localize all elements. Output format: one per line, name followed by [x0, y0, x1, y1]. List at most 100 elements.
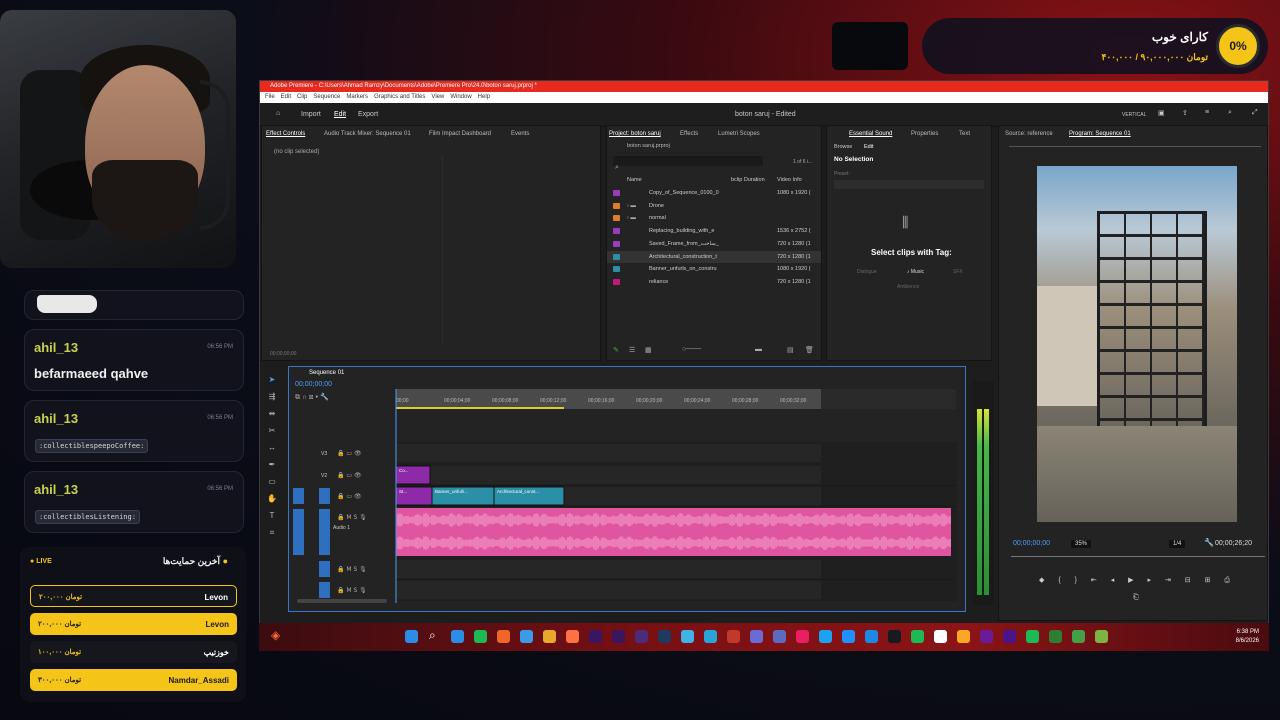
browse-tab[interactable]: Browse	[834, 144, 852, 150]
fullscreen-icon[interactable]: ⤢	[1252, 109, 1258, 117]
track-controls[interactable]: 🔒 ▭ 👁	[337, 492, 362, 500]
project-item[interactable]: Architectural_construction_t 720 x 1280 (…	[607, 250, 821, 263]
taskbar-app-icon[interactable]	[704, 630, 717, 643]
taskbar-app-icon[interactable]	[865, 630, 878, 643]
taskbar-app-icon[interactable]	[1049, 630, 1062, 643]
tab-essential-sound[interactable]: Essential Sound	[849, 131, 892, 137]
rectangle-icon[interactable]: ▭	[264, 473, 280, 490]
taskbar-app-icon[interactable]	[451, 630, 464, 643]
tab-effect-controls[interactable]: Effect Controls	[266, 131, 305, 137]
taskbar-app-icon[interactable]	[980, 630, 993, 643]
taskbar-app-icon[interactable]	[612, 630, 625, 643]
menu-window[interactable]: Window	[450, 94, 471, 100]
zoom-dropdown[interactable]: 35%	[1071, 540, 1092, 548]
home-icon[interactable]: ⌂	[276, 110, 280, 117]
track-controls[interactable]: 🔒 M S 🎙	[337, 565, 367, 573]
layout-icon[interactable]: ▣	[1158, 109, 1165, 117]
tag-dialogue[interactable]: Dialogue	[857, 269, 877, 275]
workspace-label[interactable]: VERTICAL	[1122, 112, 1146, 118]
menu-icon[interactable]: ≡	[1205, 109, 1209, 116]
taskbar-app-icon[interactable]	[1072, 630, 1085, 643]
taskbar-app-icon[interactable]	[911, 630, 924, 643]
tab-source[interactable]: Source: reference	[1005, 131, 1053, 137]
menu-sequence[interactable]: Sequence	[313, 94, 340, 100]
import-tab[interactable]: Import	[301, 111, 321, 118]
widgets-icon[interactable]: ◈	[271, 628, 284, 642]
menu-help[interactable]: Help	[478, 94, 490, 100]
project-item[interactable]: › ▬ Drone	[607, 200, 821, 212]
tab-project[interactable]: Project: boton saruj	[609, 131, 661, 137]
project-item[interactable]: Saved_Frame_from_ساخت_ 720 x 1280 (1	[607, 238, 821, 250]
ripple-edit-icon[interactable]: ⇹	[264, 405, 280, 422]
selection-tool-icon[interactable]: ➤	[264, 371, 280, 388]
pencil-icon[interactable]: ✎	[613, 346, 619, 354]
pen-icon[interactable]: ✒	[264, 456, 280, 473]
search-icon[interactable]: ⌕	[429, 628, 442, 642]
taskbar-app-icon[interactable]	[750, 630, 763, 643]
project-search-input[interactable]: ⌕	[613, 156, 763, 171]
taskbar-app-icon[interactable]	[819, 630, 832, 643]
timeline-canvas[interactable]: 00;00 00;00;04;00 00;00;08;00 00;00;12;00 00…	[289, 367, 967, 613]
tab-audio-mixer[interactable]: Audio Track Mixer: Sequence 01	[324, 131, 411, 137]
track-controls[interactable]: 🔒 M S 🎙	[337, 513, 367, 521]
taskbar-app-icon[interactable]	[796, 630, 809, 643]
taskbar-app-icon[interactable]	[681, 630, 694, 643]
project-item[interactable]: Copy_of_Sequence_0100_0 1080 x 1920 (	[607, 187, 821, 199]
project-item[interactable]: Replacing_building_with_e 1536 x 2752 (	[607, 225, 821, 237]
transport-controls[interactable]: ◆ { } ⇤ ◂ ▶ ▸ ⇥ ⊟ ⊞ ⎙	[1039, 576, 1239, 588]
track-controls[interactable]: 🔒 ▭ 👁	[337, 471, 362, 479]
edit-tab[interactable]: Edit	[864, 144, 873, 150]
col-video-info[interactable]: Video Info	[777, 177, 802, 183]
track-source[interactable]	[319, 509, 330, 555]
export-tab[interactable]: Export	[358, 111, 378, 118]
taskbar-app-icon[interactable]	[1003, 630, 1016, 643]
horizontal-scrollbar[interactable]	[297, 599, 387, 603]
taskbar-app-icon[interactable]	[566, 630, 579, 643]
track-source[interactable]	[319, 488, 330, 504]
zoom-slider[interactable]: ○───	[682, 346, 701, 353]
taskbar-app-icon[interactable]	[934, 630, 947, 643]
taskbar-app-icon[interactable]	[773, 630, 786, 643]
taskbar-app-icon[interactable]	[1026, 630, 1039, 643]
track-select-icon[interactable]: ⇶	[264, 388, 280, 405]
tab-film-impact[interactable]: Film Impact Dashboard	[429, 131, 491, 137]
taskbar-app-icon[interactable]	[727, 630, 740, 643]
menu-clip[interactable]: Clip	[297, 94, 307, 100]
tab-program[interactable]: Program: Sequence 01	[1069, 131, 1131, 137]
captions-icon[interactable]: ⌗	[264, 524, 280, 541]
taskbar-app-icon[interactable]	[888, 630, 901, 643]
project-item[interactable]: › ▬ normal	[607, 212, 821, 224]
col-name[interactable]: Name	[627, 177, 642, 183]
tag-sfx[interactable]: SFX	[953, 269, 963, 275]
menu-graphics[interactable]: Graphics and Titles	[374, 94, 425, 100]
trash-icon[interactable]: 🗑	[805, 346, 814, 354]
tab-text[interactable]: Text	[959, 131, 970, 137]
list-view-icon[interactable]: ☰	[629, 346, 635, 354]
folder-icon[interactable]: ▬	[755, 346, 762, 353]
col-duration[interactable]: bclip Duration	[731, 177, 765, 183]
preset-dropdown[interactable]	[834, 180, 984, 189]
razor-icon[interactable]: ✂	[264, 422, 280, 439]
hand-icon[interactable]: ✋	[264, 490, 280, 507]
track-source[interactable]	[319, 561, 330, 577]
clock[interactable]: 6:38 PM 8/6/2026	[1236, 628, 1259, 646]
wrench-icon[interactable]: 🔧	[1204, 538, 1214, 547]
tag-ambience[interactable]: Ambience	[897, 284, 919, 290]
quality-dropdown[interactable]: 1/4	[1169, 540, 1186, 548]
taskbar-app-icon[interactable]	[1095, 630, 1108, 643]
tab-properties[interactable]: Properties	[911, 131, 938, 137]
menu-edit[interactable]: Edit	[281, 94, 291, 100]
track-target[interactable]	[293, 488, 304, 504]
new-item-icon[interactable]: ▤	[787, 346, 794, 354]
menu-markers[interactable]: Markers	[346, 94, 368, 100]
project-item[interactable]: reliance 720 x 1280 (1	[607, 276, 821, 288]
export-frame-icon[interactable]: ⎗	[1133, 594, 1139, 602]
tab-effects[interactable]: Effects	[680, 131, 698, 137]
start-button-icon[interactable]	[405, 630, 418, 643]
menu-file[interactable]: File	[265, 94, 275, 100]
tag-music[interactable]: ♪ Music	[907, 269, 924, 275]
taskbar-app-icon[interactable]	[635, 630, 648, 643]
search-icon[interactable]: ⌕	[1228, 109, 1232, 117]
taskbar-app-icon[interactable]	[842, 630, 855, 643]
menu-view[interactable]: View	[431, 94, 444, 100]
